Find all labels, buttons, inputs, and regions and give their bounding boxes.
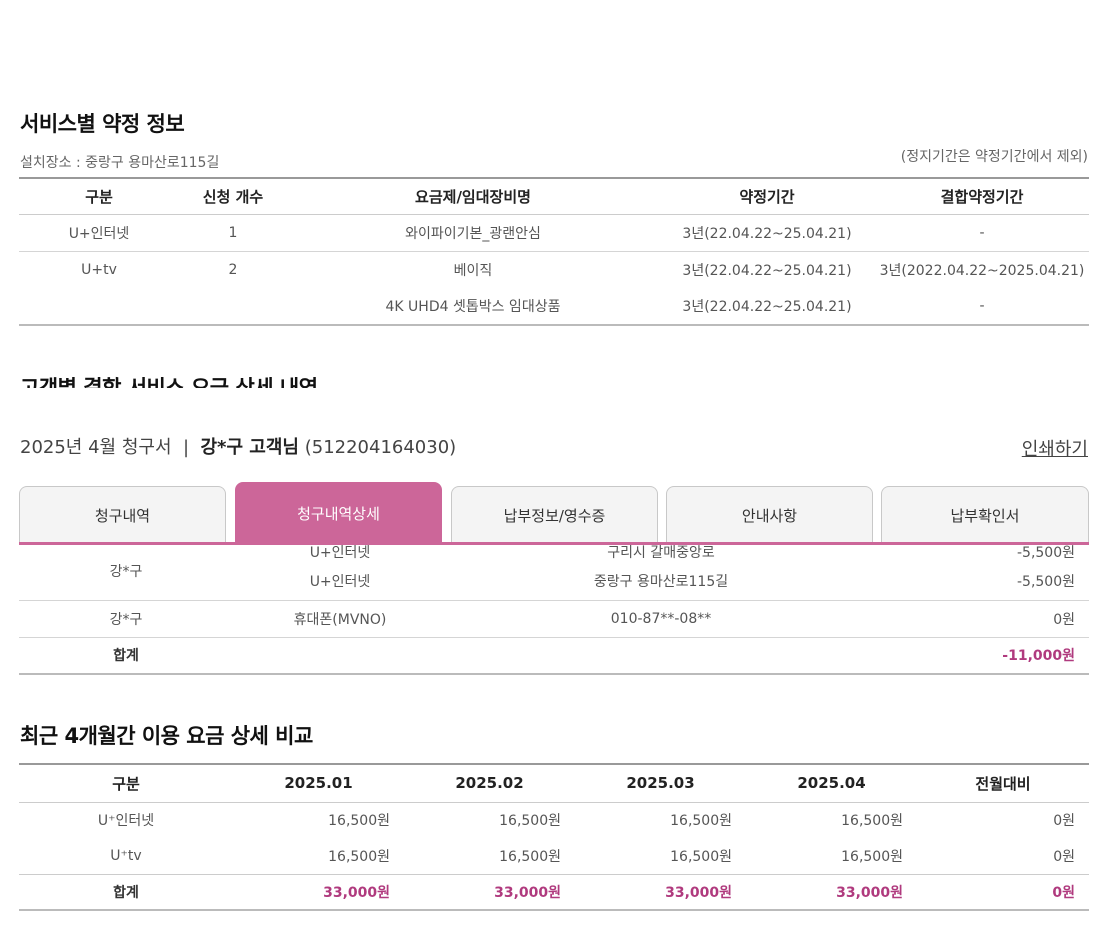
- tab-billing-detail[interactable]: 청구내역상세: [235, 482, 442, 544]
- column-header: 2025.04: [746, 764, 917, 803]
- customer-name: 강*구 고객님: [200, 437, 299, 458]
- total-change: 0원: [917, 873, 1089, 910]
- discount-amount: -5,500원: [1016, 545, 1075, 561]
- plan-name: 베이직: [453, 262, 493, 279]
- table-header-row: 구분 2025.01 2025.02 2025.03 2025.04 전월대비: [19, 764, 1089, 803]
- total-amount: 33,000원: [746, 873, 917, 910]
- request-count: 2: [228, 261, 238, 278]
- table-header-row: 구분 신청 개수 요금제/임대장비명 약정기간 결합약정기간: [19, 178, 1089, 215]
- contract-period: 3년(22.04.22~25.04.21): [659, 214, 875, 252]
- tab-notice[interactable]: 안내사항: [666, 486, 873, 544]
- row-label: U⁺인터넷: [97, 813, 155, 830]
- service-detail: 010-87**-08**: [447, 600, 875, 638]
- suspension-note: (정지기간은 약정기간에서 제외): [900, 149, 1088, 165]
- bundle-period: -: [875, 214, 1089, 252]
- column-header: 결합약정기간: [875, 178, 1089, 215]
- service-detail: 중랑구 용마산로115길: [447, 563, 875, 601]
- column-header: 약정기간: [659, 178, 875, 215]
- total-amount: -11,000원: [1002, 648, 1075, 665]
- column-header: 구분: [19, 764, 233, 803]
- request-count: 1: [179, 214, 287, 252]
- total-row: 합계 -11,000원: [19, 637, 1089, 674]
- bundle-period: -: [979, 298, 985, 314]
- table-row: U+인터넷 1 와이파이기본_광랜안심 3년(22.04.22~25.04.21…: [19, 214, 1089, 252]
- total-row: 합계 33,000원 33,000원 33,000원 33,000원 0원: [19, 873, 1089, 910]
- comparison-table: 구분 2025.01 2025.02 2025.03 2025.04 전월대비 …: [19, 763, 1089, 911]
- total-label: 합계: [19, 873, 233, 910]
- column-header: 2025.01: [233, 764, 404, 803]
- column-header: 전월대비: [917, 764, 1089, 803]
- month-amount: 16,500원: [499, 848, 561, 865]
- contract-table: 구분 신청 개수 요금제/임대장비명 약정기간 결합약정기간 U+인터넷 1 와…: [19, 177, 1089, 326]
- comparison-section-title: 최근 4개월간 이용 요금 상세 비교: [20, 724, 313, 748]
- service-name: U+인터넷: [233, 563, 447, 601]
- table-row: U⁺tv 16,500원 16,500원 16,500원 16,500원 0원: [19, 838, 1089, 874]
- column-header: 신청 개수: [179, 178, 287, 215]
- table-row: 4K UHD4 셋톱박스 임대상품 3년(22.04.22~25.04.21) …: [19, 288, 1089, 325]
- plan-name: 4K UHD4 셋톱박스 임대상품: [385, 299, 561, 315]
- discount-amount: 0원: [875, 600, 1089, 638]
- customer-cell: 강*구: [19, 545, 233, 601]
- column-header: 2025.03: [575, 764, 746, 803]
- month-amount: 16,500원: [670, 813, 732, 830]
- month-amount: 16,500원: [841, 813, 903, 830]
- table-row: U⁺인터넷 16,500원 16,500원 16,500원 16,500원 0원: [19, 802, 1089, 838]
- bill-month: 2025년 4월 청구서: [20, 437, 172, 458]
- table-row: 강*구 휴대폰(MVNO) 010-87**-08** 0원: [19, 600, 1089, 638]
- tab-payment-certificate[interactable]: 납부확인서: [881, 486, 1089, 544]
- request-count: [179, 288, 287, 325]
- tab-payment-receipt[interactable]: 납부정보/영수증: [451, 486, 658, 544]
- month-amount: 16,500원: [328, 813, 390, 830]
- table-row: 강*구 U+인터넷 구리시 갈매중앙로 -5,500원: [19, 545, 1089, 601]
- month-amount: 16,500원: [841, 848, 903, 865]
- print-link[interactable]: 인쇄하기: [1022, 435, 1088, 461]
- account-number: (512204164030): [304, 437, 457, 458]
- bundle-detail-table: 강*구 U+인터넷 구리시 갈매중앙로 -5,500원 U+인터넷 중랑구 용마…: [19, 545, 1089, 675]
- month-amount: 16,500원: [670, 848, 732, 865]
- service-name: U+인터넷: [309, 545, 371, 561]
- bundle-period: 3년(2022.04.22~2025.04.21): [879, 262, 1085, 279]
- month-change: 0원: [1053, 848, 1075, 865]
- column-header: 구분: [19, 178, 179, 215]
- month-amount: 16,500원: [499, 813, 561, 830]
- column-header: 2025.02: [404, 764, 575, 803]
- total-amount: 33,000원: [404, 873, 575, 910]
- service-category: U+인터넷: [19, 214, 179, 252]
- total-label: 합계: [113, 648, 139, 665]
- month-amount: 16,500원: [328, 848, 390, 865]
- plan-name: 와이파이기본_광랜안심: [287, 214, 659, 252]
- bill-summary: 2025년 4월 청구서 | 강*구 고객님 (512204164030): [20, 433, 456, 459]
- install-location: 설치장소 : 중랑구 용마산로115길: [20, 155, 220, 171]
- service-name: 휴대폰(MVNO): [233, 600, 447, 638]
- customer-cell: 강*구: [19, 600, 233, 638]
- row-label: U⁺tv: [110, 847, 142, 864]
- divider: |: [182, 437, 190, 458]
- service-detail: 구리시 갈매중앙로: [607, 545, 715, 561]
- contract-period: 3년(22.04.22~25.04.21): [682, 262, 852, 279]
- month-change: 0원: [1053, 813, 1075, 830]
- total-amount: 33,000원: [233, 873, 404, 910]
- table-row: U+tv 2 베이직 3년(22.04.22~25.04.21) 3년(2022…: [19, 251, 1089, 288]
- service-category: [19, 288, 179, 325]
- contract-section-title: 서비스별 약정 정보: [20, 112, 185, 136]
- discount-amount: -5,500원: [875, 563, 1089, 601]
- tab-billing[interactable]: 청구내역: [19, 486, 226, 544]
- contract-period: 3년(22.04.22~25.04.21): [682, 299, 852, 315]
- bundle-section-title: 고객별 결합 서비스 요금 상세 내역: [20, 376, 318, 388]
- total-amount: 33,000원: [575, 873, 746, 910]
- service-category: U+tv: [81, 261, 117, 278]
- column-header: 요금제/임대장비명: [287, 178, 659, 215]
